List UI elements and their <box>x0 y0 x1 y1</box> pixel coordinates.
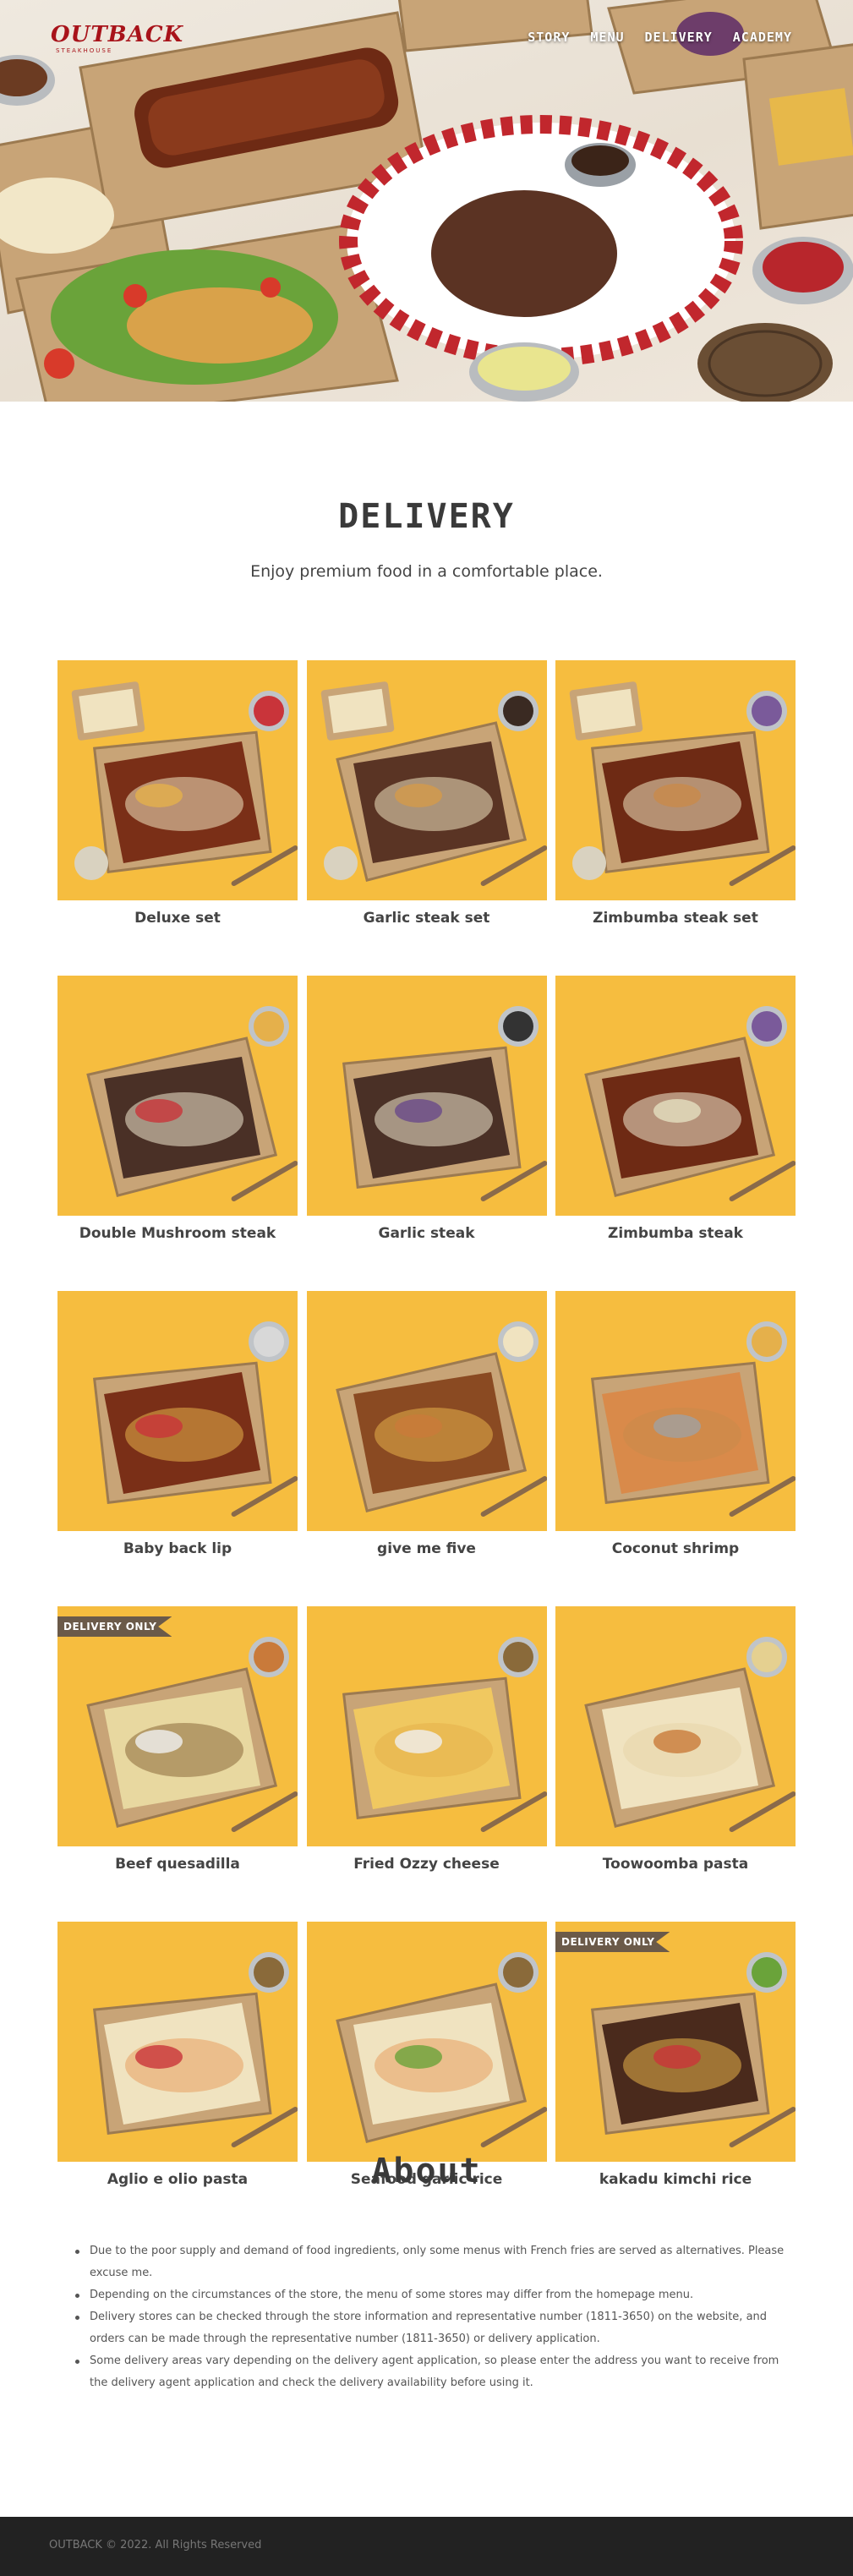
footer-copyright: OUTBACK © 2022. All Rights Reserved <box>49 2539 262 2551</box>
menu-item-name: Zimbumba steak set <box>593 910 758 927</box>
delivery-only-badge: DELIVERY ONLY <box>555 1932 670 1952</box>
brand-logo-subtitle: STEAKHOUSE <box>56 47 113 54</box>
food-illustration <box>335 1952 547 2147</box>
delivery-title: DELIVERY <box>338 497 515 536</box>
menu-photo[interactable] <box>555 976 796 1216</box>
menu-card[interactable]: Garlic steak set <box>306 660 547 936</box>
food-illustration <box>590 1952 796 2147</box>
about-title: About <box>371 2152 482 2190</box>
main-nav: STORY MENU DELIVERY ACADEMY <box>528 30 792 45</box>
delivery-subtitle: Enjoy premium food in a comfortable plac… <box>250 562 603 581</box>
menu-photo[interactable] <box>57 1291 298 1531</box>
menu-item-name: Coconut shrimp <box>611 1540 740 1557</box>
about-note: Delivery stores can be checked through t… <box>73 2306 800 2350</box>
food-illustration <box>86 1637 298 1832</box>
nav-menu[interactable]: MENU <box>590 30 624 45</box>
hero-food-image <box>0 0 853 402</box>
menu-item-name: Fried Ozzy cheese <box>353 1856 500 1873</box>
delivery-only-badge: DELIVERY ONLY <box>57 1616 172 1637</box>
food-illustration <box>71 681 298 886</box>
menu-photo[interactable]: DELIVERY ONLY <box>57 1606 298 1846</box>
menu-card[interactable]: Fried Ozzy cheese <box>306 1606 547 1882</box>
menu-item-name: Toowoomba pasta <box>602 1856 749 1873</box>
menu-item-name: Baby back lip <box>123 1540 232 1557</box>
hero-banner: OUTBACK STEAKHOUSE STORY MENU DELIVERY A… <box>0 0 853 402</box>
menu-item-name: Garlic steak set <box>363 910 490 927</box>
menu-card[interactable]: Zimbumba steak <box>555 976 796 1251</box>
menu-photo[interactable] <box>306 660 547 900</box>
menu-photo[interactable] <box>555 1606 796 1846</box>
menu-photo[interactable]: DELIVERY ONLY <box>555 1922 796 2162</box>
menu-card[interactable]: Double Mushroom steak <box>57 976 298 1251</box>
delivery-menu-grid: Deluxe set Garlic steak set Zimbumba ste… <box>57 660 796 2197</box>
about-notes: Due to the poor supply and demand of foo… <box>73 2240 800 2394</box>
menu-card[interactable]: Toowoomba pasta <box>555 1606 796 1882</box>
menu-photo[interactable] <box>306 976 547 1216</box>
footer: OUTBACK © 2022. All Rights Reserved <box>0 2517 853 2576</box>
food-illustration <box>590 1321 796 1517</box>
menu-photo[interactable] <box>306 1922 547 2162</box>
menu-card[interactable]: Garlic steak <box>306 976 547 1251</box>
menu-item-name: Deluxe set <box>134 910 221 927</box>
food-illustration <box>92 1952 298 2147</box>
menu-item-name: Garlic steak <box>378 1225 475 1242</box>
food-illustration <box>584 1006 796 1201</box>
food-illustration <box>335 1321 547 1517</box>
menu-item-name: Beef quesadilla <box>115 1856 240 1873</box>
menu-item-name: Double Mushroom steak <box>79 1225 276 1242</box>
nav-delivery[interactable]: DELIVERY <box>645 30 713 45</box>
menu-photo[interactable] <box>306 1291 547 1531</box>
menu-card[interactable]: Deluxe set <box>57 660 298 936</box>
menu-item-name: Zimbumba steak <box>608 1225 743 1242</box>
menu-card[interactable]: Coconut shrimp <box>555 1291 796 1567</box>
menu-card[interactable]: Zimbumba steak set <box>555 660 796 936</box>
food-illustration <box>86 1006 298 1201</box>
brand-logo[interactable]: OUTBACK <box>51 22 183 47</box>
menu-photo[interactable] <box>57 660 298 900</box>
menu-photo[interactable] <box>57 976 298 1216</box>
food-illustration <box>342 1637 547 1832</box>
menu-card[interactable]: Baby back lip <box>57 1291 298 1567</box>
food-illustration <box>342 1006 547 1201</box>
menu-card[interactable]: DELIVERY ONLY Beef quesadilla <box>57 1606 298 1882</box>
nav-story[interactable]: STORY <box>528 30 570 45</box>
menu-card[interactable]: give me five <box>306 1291 547 1567</box>
about-note: Depending on the circumstances of the st… <box>73 2284 800 2306</box>
food-illustration <box>320 681 547 886</box>
nav-academy[interactable]: ACADEMY <box>733 30 792 45</box>
about-note: Due to the poor supply and demand of foo… <box>73 2240 800 2284</box>
menu-photo[interactable] <box>555 1291 796 1531</box>
food-illustration <box>569 681 796 886</box>
food-illustration <box>584 1637 796 1832</box>
menu-photo[interactable] <box>555 660 796 900</box>
menu-item-name: give me five <box>377 1540 476 1557</box>
menu-photo[interactable] <box>57 1922 298 2162</box>
menu-photo[interactable] <box>306 1606 547 1846</box>
about-note: Some delivery areas vary depending on th… <box>73 2350 800 2394</box>
food-illustration <box>92 1321 298 1517</box>
